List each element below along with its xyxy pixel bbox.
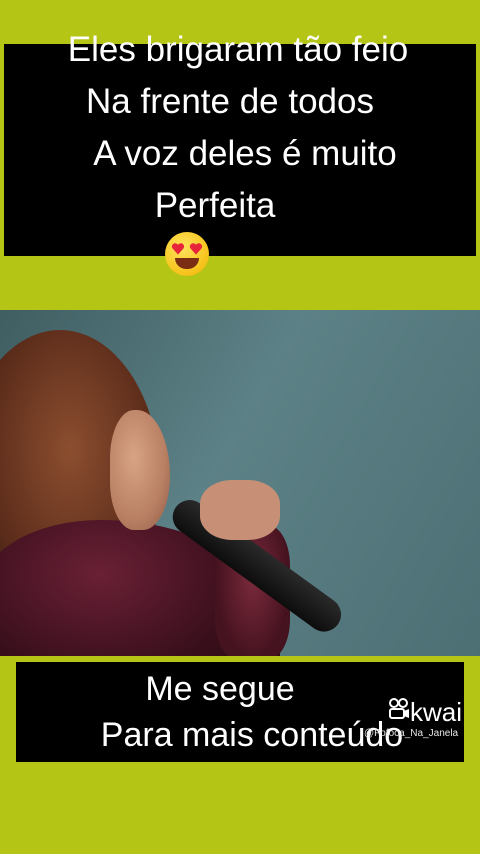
heart-eyes-emoji-icon bbox=[164, 232, 209, 276]
caption-line-3: A voz deles é muito bbox=[93, 134, 397, 173]
singer-face bbox=[110, 410, 170, 530]
singer-hand bbox=[200, 480, 280, 540]
bottom-caption-line-2: Para mais conteúdo bbox=[100, 716, 404, 754]
kwai-logo-icon bbox=[388, 698, 410, 725]
top-caption-box: Eles brigaram tão feio Na frente de todo… bbox=[4, 30, 476, 276]
bottom-caption-line-1: Me segue bbox=[145, 670, 295, 708]
kwai-brand: kwai bbox=[410, 696, 463, 727]
kwai-watermark: kwai @Fofoca_Na_Janela bbox=[364, 698, 462, 739]
caption-line-4: Perfeita bbox=[154, 186, 276, 225]
caption-line-2: Na frente de todos bbox=[86, 82, 374, 121]
creator-handle: @Fofoca_Na_Janela bbox=[364, 728, 459, 739]
kwai-logo: kwai bbox=[388, 698, 462, 725]
caption-line-4-row: Perfeita bbox=[154, 180, 276, 276]
caption-line-1: Eles brigaram tão feio bbox=[67, 30, 409, 69]
video-frame[interactable] bbox=[0, 310, 480, 656]
